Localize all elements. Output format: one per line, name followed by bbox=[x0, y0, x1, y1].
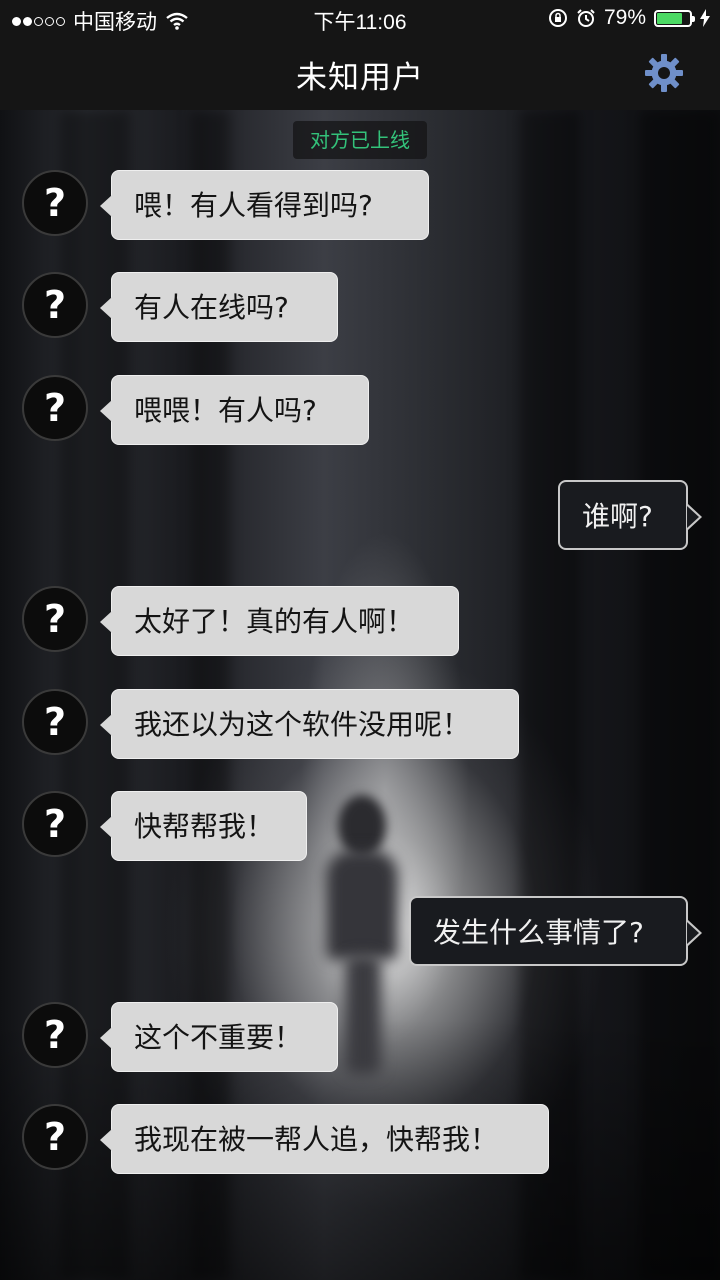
silhouette-figure bbox=[326, 850, 398, 960]
avatar[interactable]: ? bbox=[22, 375, 88, 441]
message-bubble[interactable]: 喂喂！有人吗? bbox=[100, 375, 369, 445]
avatar[interactable]: ? bbox=[22, 791, 88, 857]
message-bubble[interactable]: 这个不重要！ bbox=[100, 1002, 338, 1072]
signal-dots-icon bbox=[12, 16, 65, 26]
orientation-lock-icon bbox=[548, 9, 567, 27]
wifi-icon bbox=[166, 12, 188, 30]
avatar[interactable]: ? bbox=[22, 272, 88, 338]
avatar[interactable]: ? bbox=[22, 170, 88, 236]
message-bubble[interactable]: 快帮帮我！ bbox=[100, 791, 307, 861]
battery-level bbox=[657, 12, 683, 24]
battery-icon bbox=[654, 9, 695, 27]
navigation-bar: 未知用户 bbox=[0, 36, 720, 110]
avatar[interactable]: ? bbox=[22, 1104, 88, 1170]
gear-icon[interactable] bbox=[644, 53, 684, 93]
page-title: 未知用户 bbox=[296, 60, 424, 96]
carrier-name: 中国移动 bbox=[73, 11, 157, 34]
online-status-notice: 对方已上线 bbox=[293, 121, 427, 159]
message-bubble[interactable]: 太好了！真的有人啊！ bbox=[100, 586, 459, 656]
avatar[interactable]: ? bbox=[22, 689, 88, 755]
chat-screen: 中国移动 下午11:06 79% 未知用户 对方已上线 ? 喂！有人看得到吗? … bbox=[0, 0, 720, 1280]
charging-icon bbox=[700, 9, 710, 27]
alarm-icon bbox=[577, 9, 595, 27]
message-bubble[interactable]: 谁啊? bbox=[558, 480, 702, 550]
message-bubble[interactable]: 我现在被一帮人追，快帮我！ bbox=[100, 1104, 549, 1174]
avatar[interactable]: ? bbox=[22, 586, 88, 652]
silhouette-figure bbox=[338, 795, 386, 857]
silhouette-figure bbox=[345, 955, 381, 1075]
battery-percent: 79% bbox=[603, 6, 646, 29]
status-bar: 中国移动 下午11:06 79% bbox=[0, 0, 720, 36]
message-bubble[interactable]: 发生什么事情了? bbox=[409, 896, 702, 966]
avatar[interactable]: ? bbox=[22, 1002, 88, 1068]
message-bubble[interactable]: 我还以为这个软件没用呢！ bbox=[100, 689, 519, 759]
message-bubble[interactable]: 喂！有人看得到吗? bbox=[100, 170, 429, 240]
message-bubble[interactable]: 有人在线吗? bbox=[100, 272, 338, 342]
